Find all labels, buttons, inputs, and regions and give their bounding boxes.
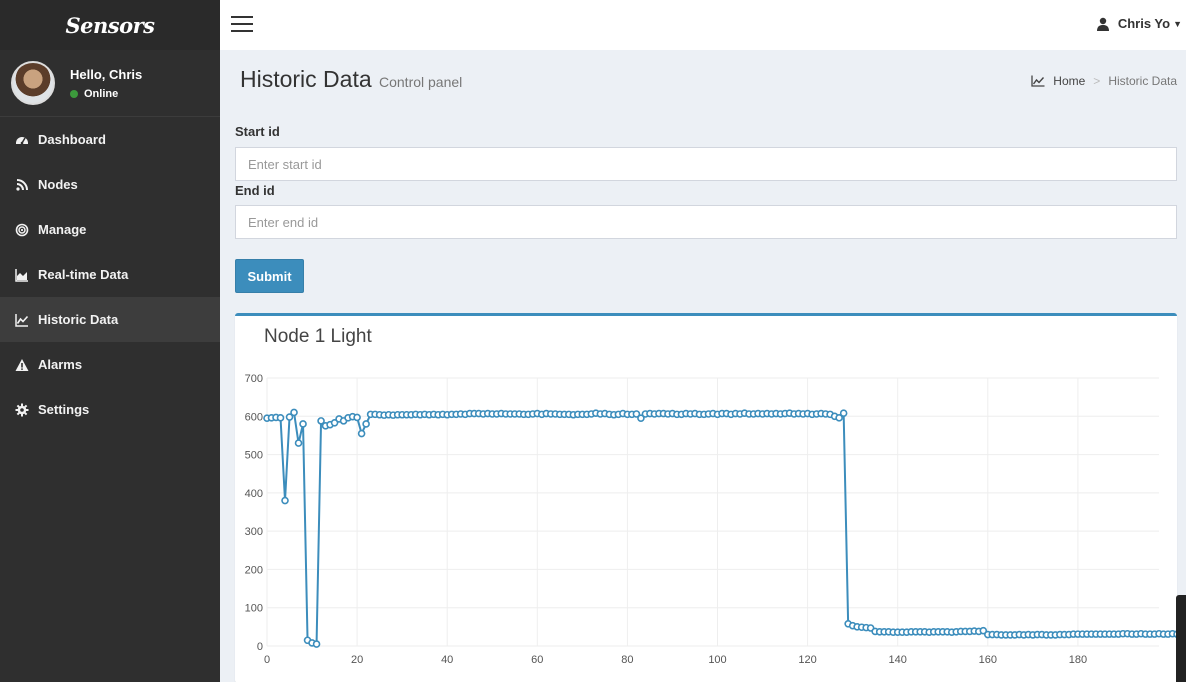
sidebar-item-label: Historic Data (38, 312, 119, 327)
submit-button[interactable]: Submit (235, 259, 304, 293)
x-tick-label: 0 (264, 654, 270, 666)
series-line (266, 410, 1177, 646)
line-chart-icon (15, 313, 29, 327)
user-name: Chris Yo (1117, 16, 1171, 31)
area-chart-icon (15, 268, 29, 282)
y-tick-label: 600 (245, 411, 263, 423)
caret-down-icon: ▼ (1173, 18, 1182, 29)
sidebar-item-historic-data[interactable]: Historic Data (0, 297, 220, 342)
sidebar-item-real-time-data[interactable]: Real-time Data (0, 252, 220, 297)
x-tick-label: 40 (441, 654, 453, 666)
sidebar-item-label: Alarms (38, 357, 83, 372)
brand-name: Sensors (65, 12, 155, 38)
avatar (11, 61, 55, 105)
gear-icon (15, 403, 29, 417)
x-tick-label: 160 (979, 654, 997, 666)
y-tick-label: 200 (245, 564, 263, 576)
sidebar-item-label: Settings (38, 402, 90, 417)
sidebar-item-label: Manage (38, 222, 87, 237)
data-point (312, 640, 321, 648)
sidebar: Sensors Hello, Chris Online Dashboard No… (0, 0, 220, 682)
x-tick-label: 100 (708, 654, 726, 666)
data-point (353, 413, 361, 422)
sidebar-item-label: Nodes (38, 177, 78, 192)
data-point (276, 414, 285, 422)
y-tick-label: 400 (245, 488, 263, 500)
data-point (357, 429, 366, 438)
data-point (362, 420, 370, 428)
breadcrumb-separator: > (1093, 74, 1101, 88)
end-id-input[interactable] (235, 205, 1177, 239)
y-tick-label: 500 (245, 450, 263, 462)
chart-box: Node 1 Light 0 100 200 300 400 500 600 700 0 20 40… (235, 313, 1177, 682)
breadcrumb: Home > Historic Data (1031, 74, 1177, 88)
brand-logo[interactable]: Sensors (0, 0, 220, 50)
sidebar-item-label: Dashboard (38, 132, 106, 147)
x-tick-label: 20 (351, 654, 363, 666)
x-tick-label: 180 (1069, 654, 1087, 666)
start-id-label: Start id (235, 124, 280, 139)
line-chart-icon (1031, 75, 1045, 87)
sidebar-item-manage[interactable]: Manage (0, 207, 220, 252)
page-subtitle: Control panel (379, 74, 463, 90)
breadcrumb-current: Historic Data (1108, 74, 1177, 88)
sidebar-item-dashboard[interactable]: Dashboard (0, 117, 220, 162)
chart-title: Node 1 Light (264, 326, 372, 347)
side-widget-edge (1176, 595, 1186, 682)
user-menu-dropdown[interactable]: Chris Yo ▼ (1096, 16, 1182, 31)
top-navbar: Chris Yo ▼ (220, 0, 1186, 50)
warning-icon (15, 358, 29, 372)
x-tick-label: 140 (889, 654, 907, 666)
breadcrumb-home-link[interactable]: Home (1053, 74, 1085, 88)
x-tick-label: 120 (798, 654, 816, 666)
page-title: Historic Data (240, 66, 372, 92)
y-tick-label: 300 (245, 526, 263, 538)
user-panel: Hello, Chris Online (0, 50, 220, 117)
dashboard-icon (15, 133, 29, 147)
sidebar-item-nodes[interactable]: Nodes (0, 162, 220, 207)
data-point (290, 408, 298, 417)
data-point (294, 439, 303, 447)
online-status: Online (70, 88, 142, 100)
data-point (839, 409, 848, 418)
x-tick-label: 80 (621, 654, 633, 666)
status-label: Online (84, 87, 119, 100)
x-tick-label: 60 (531, 654, 543, 666)
user-greeting: Hello, Chris (70, 66, 143, 82)
data-point (299, 420, 307, 428)
user-icon (1096, 17, 1109, 31)
data-point (281, 496, 289, 505)
bullseye-icon (15, 223, 29, 237)
start-id-input[interactable] (235, 147, 1177, 181)
sidebar-item-settings[interactable]: Settings (0, 387, 220, 432)
menu-toggle-icon[interactable] (231, 16, 253, 34)
end-id-label: End id (235, 183, 275, 198)
y-tick-label: 0 (257, 641, 263, 653)
rss-icon (15, 178, 29, 192)
status-dot-icon (70, 89, 78, 98)
sidebar-menu: Dashboard Nodes Manage Real-time Data Hi… (0, 117, 220, 432)
y-tick-label: 100 (245, 603, 263, 615)
sidebar-item-label: Real-time Data (38, 267, 129, 282)
y-tick-label: 700 (245, 373, 263, 385)
line-chart[interactable]: 0 100 200 300 400 500 600 700 0 20 40 60 80 100 120 140… (235, 356, 1177, 682)
content-area: Historic Data Control panel Home > Histo… (220, 50, 1186, 682)
sidebar-item-alarms[interactable]: Alarms (0, 342, 220, 387)
